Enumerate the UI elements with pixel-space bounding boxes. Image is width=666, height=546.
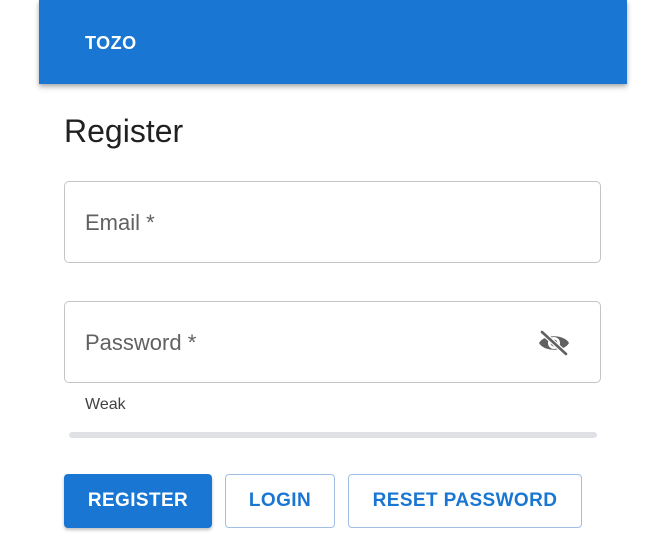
email-field[interactable]: Email *: [64, 181, 601, 263]
password-field[interactable]: Password *: [64, 301, 601, 383]
password-input[interactable]: [65, 302, 600, 382]
email-input[interactable]: [65, 182, 600, 262]
register-button[interactable]: REGISTER: [64, 474, 212, 528]
visibility-off-icon[interactable]: [536, 328, 572, 358]
page-title: Register: [64, 113, 184, 149]
password-strength-bar: [69, 432, 597, 438]
reset-password-button[interactable]: RESET PASSWORD: [348, 474, 582, 528]
app-bar: TOZO: [39, 0, 627, 84]
brand-logo-text[interactable]: TOZO: [85, 33, 137, 54]
login-button[interactable]: LOGIN: [225, 474, 335, 528]
password-strength-label: Weak: [85, 396, 126, 413]
